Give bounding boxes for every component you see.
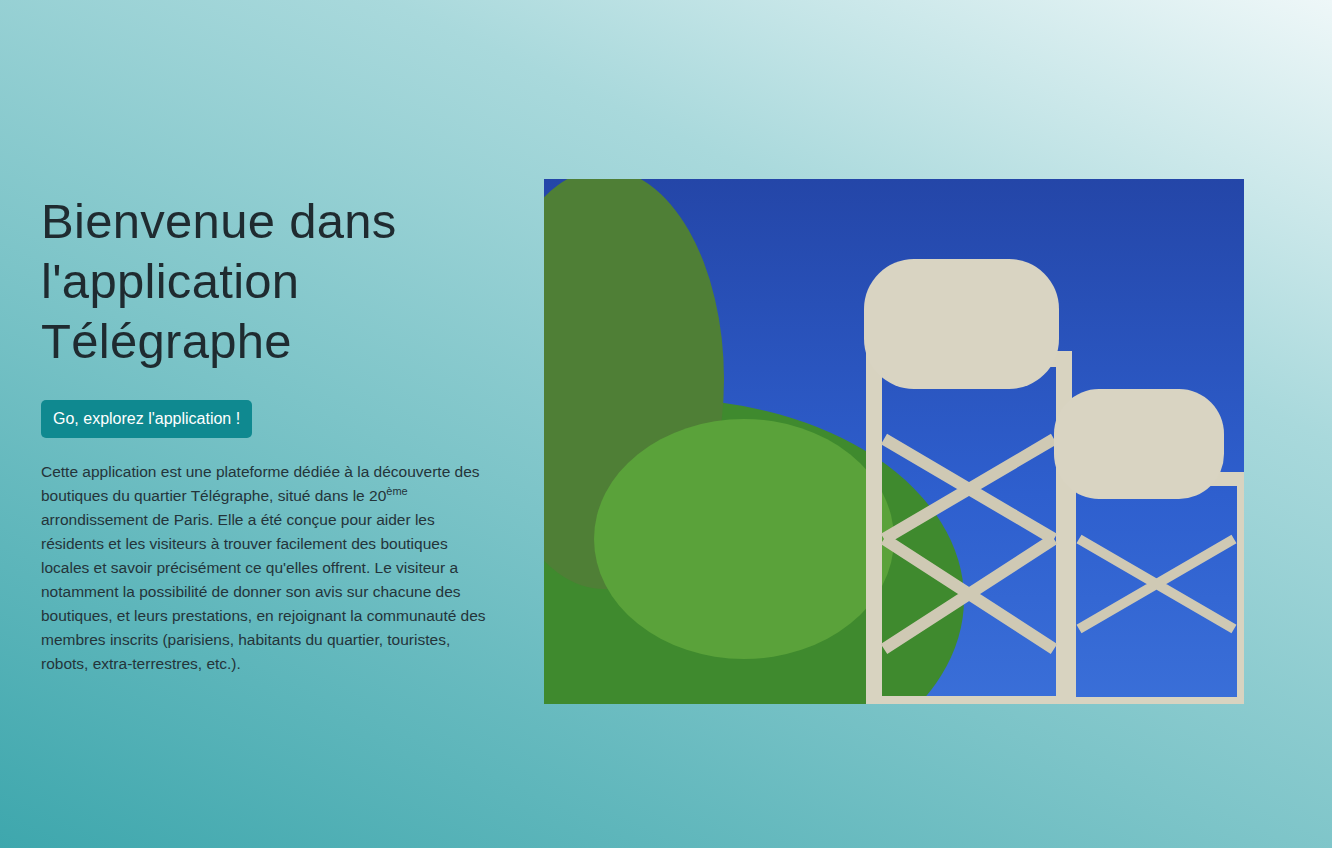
hero-text-column: Bienvenue dans l'application Télégraphe G… <box>41 179 491 676</box>
hero-title: Bienvenue dans l'application Télégraphe <box>41 191 491 371</box>
photo-scene-icon <box>544 179 1244 704</box>
explore-button[interactable]: Go, explorez l'application ! <box>41 400 252 438</box>
description-text: arrondissement de Paris. Elle a été conç… <box>41 511 486 672</box>
description-paragraph: Cette application est une plateforme déd… <box>41 460 491 676</box>
water-towers-photo <box>544 179 1244 704</box>
ordinal-suffix: ème <box>386 485 407 497</box>
description-text: Cette application est une plateforme déd… <box>41 463 480 504</box>
hero-section: Bienvenue dans l'application Télégraphe G… <box>0 0 1332 704</box>
